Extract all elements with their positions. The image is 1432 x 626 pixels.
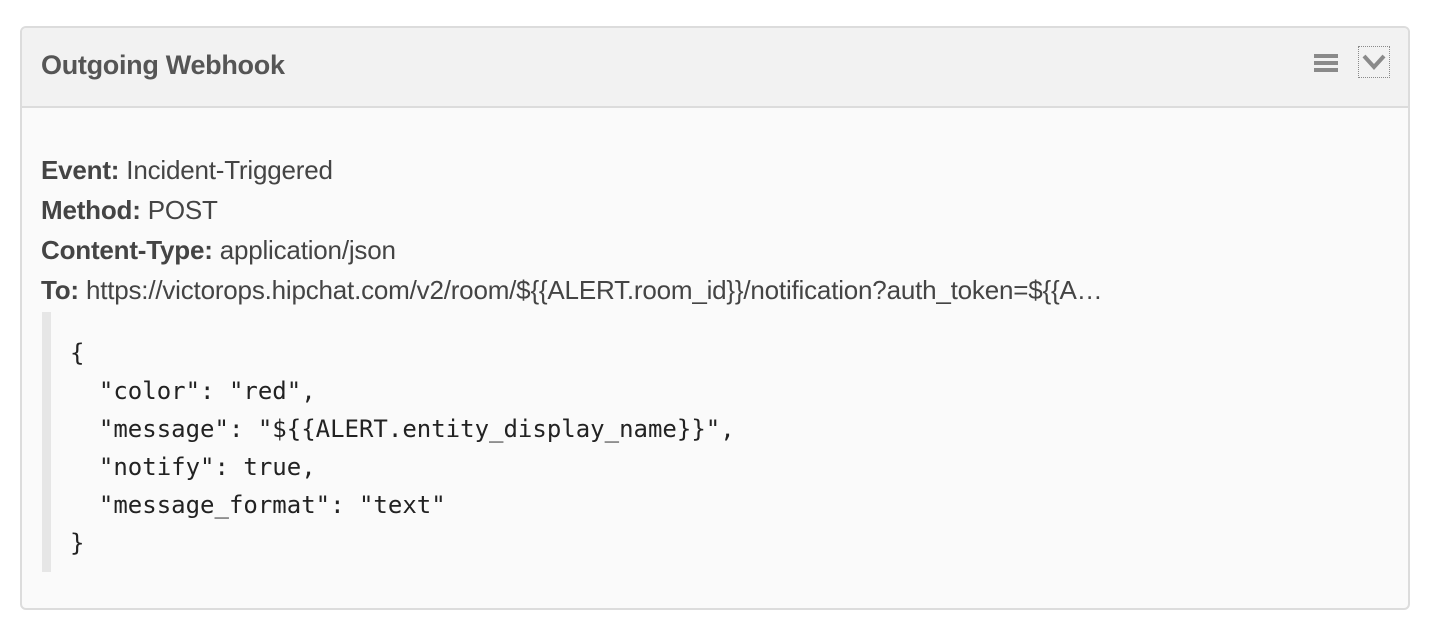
field-value: https://victorops.hipchat.com/v2/room/${… [85,275,1103,305]
hamburger-menu-icon[interactable] [1312,52,1340,74]
chevron-down-icon[interactable] [1358,46,1390,78]
field-key: Content-Type: [41,235,213,265]
field-key: To: [41,275,79,305]
code-line: "message": "${{ALERT.entity_display_name… [70,415,735,443]
field-to: To: https://victorops.hipchat.com/v2/roo… [41,270,1408,310]
webhook-panel: Outgoing Webhook Event: Incident-Trigger… [20,26,1410,610]
code-line: "notify": true, [70,453,316,481]
payload-code-block: { "color": "red", "message": "${{ALERT.e… [42,312,1242,572]
code-line: "color": "red", [70,377,316,405]
field-key: Method: [41,195,141,225]
field-content-type: Content-Type: application/json [41,230,1408,270]
field-value: application/json [219,235,396,265]
panel-title: Outgoing Webhook [41,50,285,80]
panel-body: Event: Incident-Triggered Method: POST C… [41,150,1408,310]
field-value: Incident-Triggered [126,155,333,185]
field-method: Method: POST [41,190,1408,230]
code-line: { [70,339,85,367]
field-key: Event: [41,155,120,185]
field-event: Event: Incident-Triggered [41,150,1408,190]
code-line: "message_format": "text" [70,491,446,519]
panel-header: Outgoing Webhook [22,28,1408,108]
field-value: POST [147,195,218,225]
code-line: } [70,529,85,557]
